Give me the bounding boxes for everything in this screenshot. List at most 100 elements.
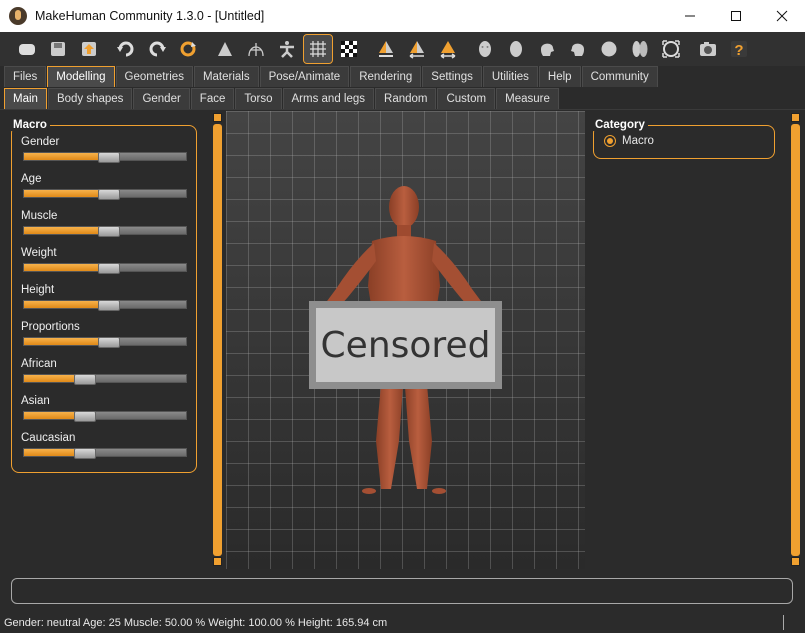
slider-track[interactable] [23, 226, 187, 237]
macro-group-title: Macro [10, 119, 50, 131]
save-button[interactable] [44, 35, 72, 63]
screenshot-button[interactable] [694, 35, 722, 63]
slider-muscle: Muscle [21, 209, 187, 246]
subtab-main[interactable]: Main [4, 88, 47, 109]
reset-camera-icon [662, 40, 680, 58]
svg-text:?: ? [734, 42, 743, 59]
slider-track[interactable] [23, 411, 187, 422]
checker-background-icon [341, 41, 357, 57]
subtab-measure[interactable]: Measure [496, 88, 559, 109]
subtab-random[interactable]: Random [375, 88, 437, 109]
top-view-button[interactable] [595, 35, 623, 63]
save-icon [51, 42, 65, 56]
category-option-macro[interactable]: Macro [604, 135, 654, 147]
subtab-gender[interactable]: Gender [133, 88, 190, 109]
face-button[interactable] [471, 35, 499, 63]
subtab-custom[interactable]: Custom [437, 88, 496, 109]
pose-icon [280, 41, 294, 58]
tab-settings[interactable]: Settings [422, 66, 482, 87]
slider-handle[interactable] [74, 411, 96, 422]
left-scrollbar[interactable] [213, 124, 222, 556]
tab-community[interactable]: Community [581, 66, 658, 87]
slider-fill [24, 153, 100, 160]
slider-track[interactable] [23, 263, 187, 274]
redo-button[interactable] [143, 35, 171, 63]
window-controls [667, 0, 805, 32]
side-view-button[interactable] [434, 35, 462, 63]
slider-track[interactable] [23, 448, 187, 459]
wireframe-button[interactable] [242, 35, 270, 63]
slider-handle[interactable] [98, 226, 120, 237]
right-scroll-down[interactable] [791, 557, 800, 566]
reset-button[interactable] [174, 35, 202, 63]
pose-button[interactable] [273, 35, 301, 63]
subtab-body-shapes[interactable]: Body shapes [47, 88, 133, 109]
undo-button[interactable] [112, 35, 140, 63]
head-button[interactable] [502, 35, 530, 63]
subtab-face[interactable]: Face [190, 88, 235, 109]
slider-label: Height [21, 284, 55, 296]
right-scroll-up[interactable] [791, 113, 800, 122]
wireframe-icon [248, 43, 264, 57]
tab-geometries[interactable]: Geometries [115, 66, 193, 87]
tab-help[interactable]: Help [538, 66, 581, 87]
censor-box: Censored [309, 301, 502, 389]
tab-utilities[interactable]: Utilities [482, 66, 538, 87]
checker-background-button[interactable] [335, 35, 363, 63]
sub-tab-bar: Main Body shapes Gender Face Torso Arms … [0, 88, 805, 110]
radio-selected-icon[interactable] [604, 135, 616, 147]
slider-track[interactable] [23, 337, 187, 348]
tab-modelling[interactable]: Modelling [47, 66, 115, 87]
left-scroll-up[interactable] [213, 113, 222, 122]
slider-track[interactable] [23, 374, 187, 385]
3d-viewport[interactable]: Censored [226, 111, 585, 569]
slider-height: Height [21, 283, 187, 320]
grid-button[interactable] [303, 34, 333, 64]
slider-handle[interactable] [98, 189, 120, 200]
slider-handle[interactable] [98, 263, 120, 274]
slider-label: Caucasian [21, 432, 76, 444]
minimize-button[interactable] [667, 0, 713, 32]
slider-handle[interactable] [98, 300, 120, 311]
tab-rendering[interactable]: Rendering [350, 66, 422, 87]
slider-label: Weight [21, 247, 57, 259]
makehuman-logo-icon [9, 7, 27, 25]
subtab-torso[interactable]: Torso [235, 88, 282, 109]
bottom-view-button[interactable] [626, 35, 654, 63]
tab-pose-animate[interactable]: Pose/Animate [259, 66, 350, 87]
reset-camera-button[interactable] [657, 35, 685, 63]
maximize-icon [731, 11, 741, 21]
main-tab-bar: Files Modelling Geometries Materials Pos… [0, 66, 805, 87]
minimize-icon [685, 15, 695, 17]
face-icon [479, 41, 491, 57]
slider-track[interactable] [23, 189, 187, 200]
redo-icon [149, 41, 166, 57]
slider-track[interactable] [23, 152, 187, 163]
slider-handle[interactable] [98, 337, 120, 348]
load-button[interactable] [13, 35, 41, 63]
log-panel[interactable] [11, 578, 793, 604]
slider-track[interactable] [23, 300, 187, 311]
slider-fill [24, 338, 100, 345]
left-side-button[interactable] [533, 35, 561, 63]
slider-handle[interactable] [74, 448, 96, 459]
maximize-button[interactable] [713, 0, 759, 32]
front-view-button[interactable] [372, 35, 400, 63]
left-scroll-down[interactable] [213, 557, 222, 566]
subtab-arms-and-legs[interactable]: Arms and legs [282, 88, 375, 109]
back-view-button[interactable] [403, 35, 431, 63]
slider-fill [24, 449, 76, 456]
main-toolbar: ? [0, 32, 805, 66]
smooth-button[interactable] [211, 35, 239, 63]
right-scrollbar[interactable] [791, 124, 800, 556]
slider-fill [24, 301, 100, 308]
smooth-icon [218, 42, 232, 56]
right-side-button[interactable] [564, 35, 592, 63]
close-button[interactable] [759, 0, 805, 32]
slider-handle[interactable] [98, 152, 120, 163]
slider-handle[interactable] [74, 374, 96, 385]
tab-files[interactable]: Files [4, 66, 47, 87]
export-button[interactable] [75, 35, 103, 63]
help-button[interactable]: ? [725, 35, 753, 63]
tab-materials[interactable]: Materials [193, 66, 259, 87]
